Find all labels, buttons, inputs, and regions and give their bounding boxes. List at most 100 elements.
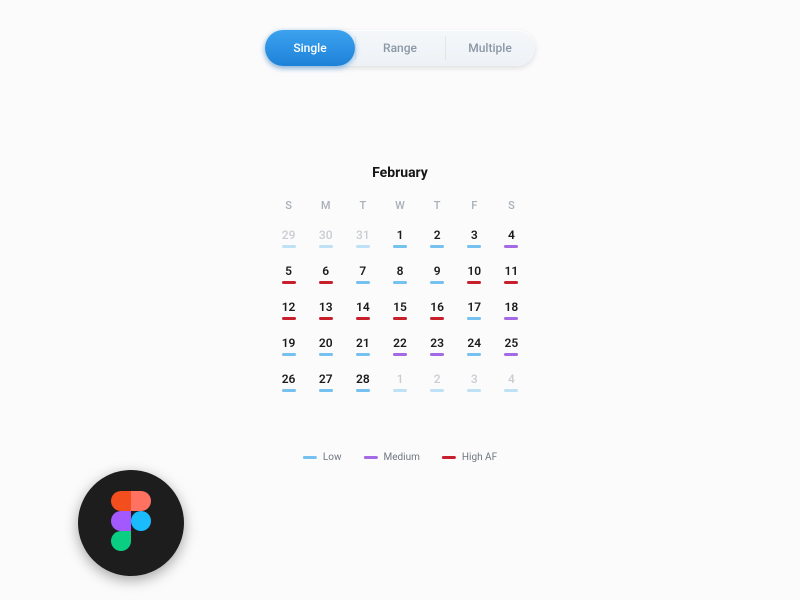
calendar-dow: W [381, 199, 418, 212]
calendar-day-level-bar [430, 353, 444, 356]
calendar-day[interactable]: 10 [456, 264, 493, 284]
calendar-day-number: 18 [505, 300, 519, 314]
calendar-day[interactable]: 7 [344, 264, 381, 284]
calendar-day-level-bar [356, 353, 370, 356]
calendar-day-level-bar [356, 281, 370, 284]
calendar-day[interactable]: 23 [419, 336, 456, 356]
calendar-day-level-bar [319, 353, 333, 356]
tab-range[interactable]: Range [355, 30, 445, 66]
calendar-day-number: 19 [282, 336, 296, 350]
calendar-day[interactable]: 12 [270, 300, 307, 320]
calendar-day-level-bar [282, 389, 296, 392]
calendar-day[interactable]: 29 [270, 228, 307, 248]
legend-item-high: High AF [442, 452, 497, 463]
calendar-day[interactable]: 28 [344, 372, 381, 392]
calendar-day-number: 8 [397, 264, 404, 278]
calendar-day-level-bar [282, 353, 296, 356]
calendar-day[interactable]: 3 [456, 228, 493, 248]
calendar-day-number: 7 [359, 264, 366, 278]
calendar-day[interactable]: 14 [344, 300, 381, 320]
calendar-day[interactable]: 31 [344, 228, 381, 248]
tab-multiple[interactable]: Multiple [445, 30, 535, 66]
calendar-day[interactable]: 4 [493, 372, 530, 392]
legend-label: Low [323, 452, 342, 463]
legend-label: High AF [462, 452, 497, 463]
calendar-day-number: 26 [282, 372, 296, 386]
calendar-day[interactable]: 2 [419, 372, 456, 392]
legend-swatch-low [303, 456, 317, 459]
calendar-day[interactable]: 4 [493, 228, 530, 248]
calendar-day[interactable]: 6 [307, 264, 344, 284]
calendar-day-number: 25 [505, 336, 519, 350]
calendar-day[interactable]: 20 [307, 336, 344, 356]
calendar-day-level-bar [393, 353, 407, 356]
calendar-day-number: 3 [471, 372, 478, 386]
calendar-day[interactable]: 15 [381, 300, 418, 320]
calendar-day[interactable]: 8 [381, 264, 418, 284]
calendar-day-number: 14 [356, 300, 370, 314]
calendar-dow: M [307, 199, 344, 212]
calendar-day-level-bar [467, 245, 481, 248]
calendar-day-level-bar [319, 245, 333, 248]
calendar-dow: T [419, 199, 456, 212]
calendar-day-level-bar [467, 389, 481, 392]
calendar-day-level-bar [319, 281, 333, 284]
calendar-day-number: 1 [397, 228, 404, 242]
calendar-day-number: 2 [434, 372, 441, 386]
calendar-day[interactable]: 26 [270, 372, 307, 392]
calendar-day[interactable]: 9 [419, 264, 456, 284]
calendar-day-number: 31 [356, 228, 370, 242]
calendar-day[interactable]: 2 [419, 228, 456, 248]
calendar-day-number: 4 [508, 372, 515, 386]
calendar-day[interactable]: 17 [456, 300, 493, 320]
calendar-day-number: 27 [319, 372, 333, 386]
calendar-day-number: 16 [430, 300, 444, 314]
calendar-day-level-bar [356, 389, 370, 392]
calendar-day-level-bar [319, 317, 333, 320]
calendar-day[interactable]: 16 [419, 300, 456, 320]
calendar-day-level-bar [282, 245, 296, 248]
calendar-day[interactable]: 30 [307, 228, 344, 248]
calendar-day-level-bar [504, 245, 518, 248]
calendar-day[interactable]: 24 [456, 336, 493, 356]
tab-label: Single [293, 41, 326, 55]
calendar-day[interactable]: 11 [493, 264, 530, 284]
calendar-day-number: 30 [319, 228, 333, 242]
figma-badge [78, 470, 184, 576]
calendar-day[interactable]: 19 [270, 336, 307, 356]
calendar-day-level-bar [430, 281, 444, 284]
calendar-day-level-bar [504, 281, 518, 284]
calendar-day-number: 28 [356, 372, 370, 386]
calendar-day-number: 17 [467, 300, 481, 314]
calendar-day-level-bar [393, 245, 407, 248]
calendar-day-level-bar [393, 317, 407, 320]
calendar-day[interactable]: 3 [456, 372, 493, 392]
calendar-day-level-bar [504, 353, 518, 356]
calendar-day-level-bar [467, 317, 481, 320]
tab-single[interactable]: Single [265, 30, 355, 66]
calendar-day-number: 13 [319, 300, 333, 314]
calendar-day[interactable]: 1 [381, 372, 418, 392]
calendar-day-number: 23 [430, 336, 444, 350]
legend: Low Medium High AF [303, 452, 497, 463]
calendar-day[interactable]: 21 [344, 336, 381, 356]
calendar-dow: S [270, 199, 307, 212]
calendar-day-number: 3 [471, 228, 478, 242]
calendar-day-number: 1 [397, 372, 404, 386]
calendar-day-level-bar [282, 281, 296, 284]
mode-tabs: Single Range Multiple [265, 30, 535, 66]
legend-swatch-medium [363, 456, 377, 459]
calendar-day-level-bar [504, 389, 518, 392]
calendar-month-title: February [270, 165, 530, 181]
calendar-day[interactable]: 27 [307, 372, 344, 392]
calendar-day[interactable]: 13 [307, 300, 344, 320]
tab-label: Range [383, 41, 417, 55]
calendar-day-level-bar [319, 389, 333, 392]
calendar-day[interactable]: 5 [270, 264, 307, 284]
calendar-day[interactable]: 25 [493, 336, 530, 356]
calendar-day-number: 5 [285, 264, 292, 278]
calendar-day[interactable]: 22 [381, 336, 418, 356]
calendar: February SMTWTFS293031123456789101112131… [270, 165, 530, 392]
calendar-day[interactable]: 1 [381, 228, 418, 248]
calendar-day[interactable]: 18 [493, 300, 530, 320]
